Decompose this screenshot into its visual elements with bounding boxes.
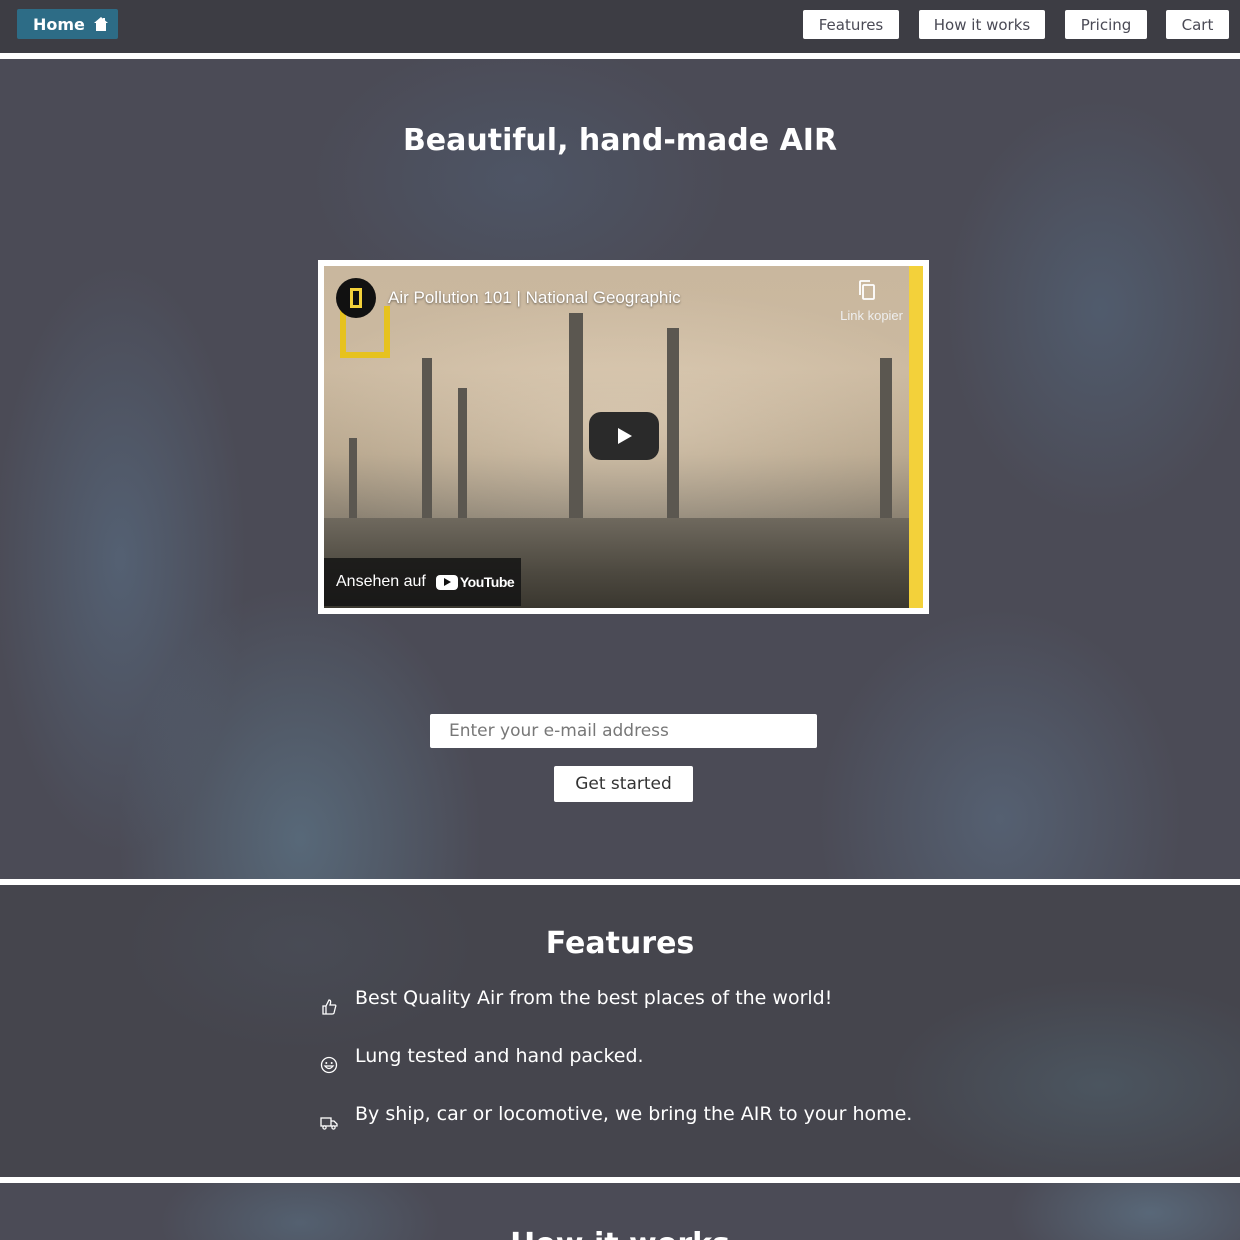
video-embed[interactable]: Air Pollution 101 | National Geographic … xyxy=(318,260,929,614)
youtube-logo: YouTube xyxy=(435,574,515,590)
play-button[interactable] xyxy=(589,412,659,460)
feature-text: Best Quality Air from the best places of… xyxy=(355,987,833,1009)
email-input[interactable] xyxy=(430,714,817,748)
nav-cart[interactable]: Cart xyxy=(1166,10,1229,39)
play-icon xyxy=(618,428,632,444)
smile-icon xyxy=(320,1056,338,1074)
watch-on-youtube[interactable]: Ansehen auf YouTube xyxy=(324,558,521,606)
video-frame[interactable]: Air Pollution 101 | National Geographic … xyxy=(324,266,923,608)
get-started-button[interactable]: Get started xyxy=(554,766,693,802)
thumbs-up-icon xyxy=(322,999,337,1015)
feature-item: Lung tested and hand packed. xyxy=(320,1045,644,1074)
how-it-works-section: How it works xyxy=(0,1183,1240,1240)
top-nav: Home Features How it works Pricing Cart xyxy=(0,0,1240,53)
truck-icon xyxy=(320,1117,338,1130)
features-title: Features xyxy=(545,926,695,961)
nav-features[interactable]: Features xyxy=(803,10,899,39)
nav-pricing[interactable]: Pricing xyxy=(1065,10,1147,39)
video-title[interactable]: Air Pollution 101 | National Geographic xyxy=(388,288,681,308)
features-section: Features Best Quality Air from the best … xyxy=(0,885,1240,1177)
home-icon xyxy=(93,17,108,31)
feature-text: By ship, car or locomotive, we bring the… xyxy=(355,1103,913,1125)
how-it-works-title: How it works xyxy=(0,1227,1240,1240)
feature-item: Best Quality Air from the best places of… xyxy=(320,987,832,1016)
watch-on-label: Ansehen auf xyxy=(336,573,426,590)
channel-avatar[interactable] xyxy=(336,278,376,318)
hero-title: Beautiful, hand-made AIR xyxy=(402,123,838,158)
feature-item: By ship, car or locomotive, we bring the… xyxy=(320,1103,912,1132)
copy-link-label[interactable]: Link kopier xyxy=(840,308,903,323)
nav-how-it-works[interactable]: How it works xyxy=(919,10,1045,39)
feature-text: Lung tested and hand packed. xyxy=(355,1045,644,1067)
hero-section: Beautiful, hand-made AIR Air Pollution 1… xyxy=(0,59,1240,879)
ng-yellow-border xyxy=(909,266,923,608)
youtube-play-icon xyxy=(435,574,458,590)
copy-link-icon[interactable] xyxy=(855,278,879,302)
home-label: Home xyxy=(33,14,85,34)
home-button[interactable]: Home xyxy=(17,9,118,39)
